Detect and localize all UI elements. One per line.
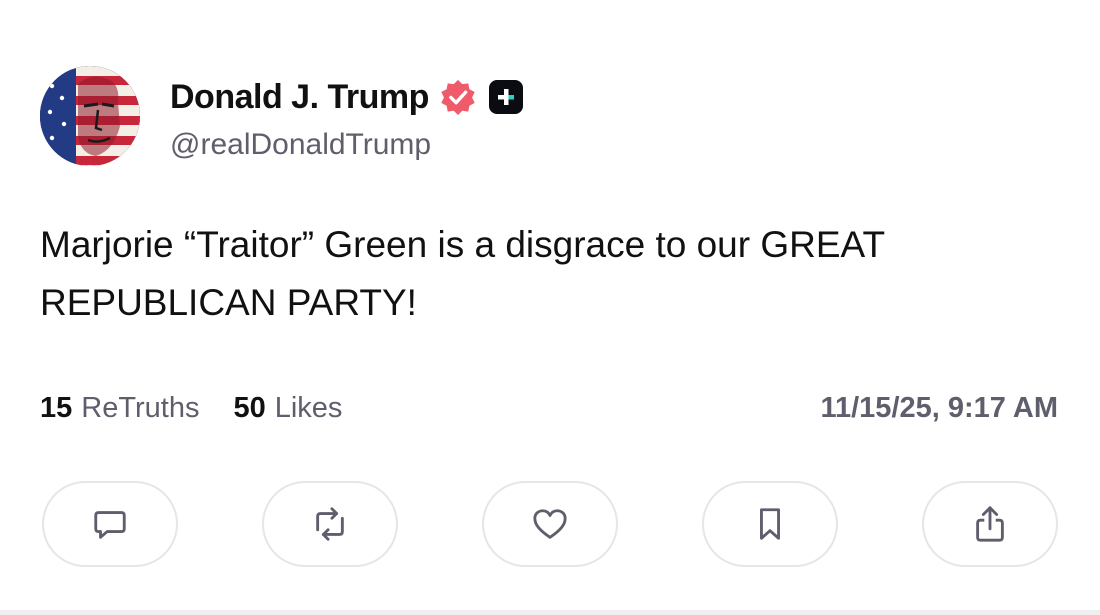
plus-icon xyxy=(488,80,523,114)
post-text-line: REPUBLICAN PARTY! xyxy=(40,282,417,323)
avatar[interactable] xyxy=(40,66,140,166)
bookmark-icon xyxy=(760,508,780,540)
repost-icon xyxy=(316,507,344,541)
post-stats: 15 ReTruths 50 Likes xyxy=(40,392,376,425)
author-row: Donald J. Trump xyxy=(170,74,523,120)
user-handle[interactable]: @realDonaldTrump xyxy=(170,128,431,162)
verified-check-icon xyxy=(439,78,477,116)
action-bar xyxy=(42,481,1058,569)
display-name[interactable]: Donald J. Trump xyxy=(170,78,429,117)
likes-stat[interactable]: 50 Likes xyxy=(233,392,342,425)
post-body: Marjorie “Traitor” Green is a disgrace t… xyxy=(40,216,1070,332)
retruths-label: ReTruths xyxy=(81,392,200,424)
retruths-stat[interactable]: 15 ReTruths xyxy=(40,392,199,425)
post-timestamp: 11/15/25, 9:17 AM xyxy=(820,392,1058,424)
share-button[interactable] xyxy=(922,481,1058,567)
reply-button[interactable] xyxy=(42,481,178,567)
share-icon xyxy=(976,506,1004,542)
comment-icon xyxy=(94,511,126,539)
post-text-line: Marjorie “Traitor” Green is a disgrace t… xyxy=(40,224,886,265)
likes-count: 50 xyxy=(233,392,266,424)
heart-icon xyxy=(533,509,567,539)
retruths-count: 15 xyxy=(40,392,73,424)
divider xyxy=(0,610,1100,615)
like-button[interactable] xyxy=(482,481,618,567)
avatar-image xyxy=(40,66,140,166)
bookmark-button[interactable] xyxy=(702,481,838,567)
likes-label: Likes xyxy=(274,392,343,424)
retruth-button[interactable] xyxy=(262,481,398,567)
